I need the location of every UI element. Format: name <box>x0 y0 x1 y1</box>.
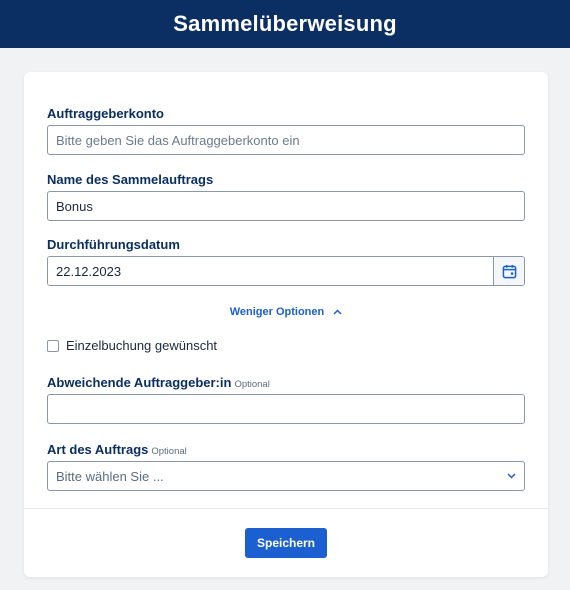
art-des-auftrags-label: Art des Auftrags Optional <box>47 442 187 457</box>
sammelauftrag-name-input[interactable] <box>47 191 525 221</box>
abweichende-auftraggeber-text: Abweichende Auftraggeber:in <box>47 375 232 390</box>
art-des-auftrags-select[interactable]: Bitte wählen Sie ... <box>47 461 525 491</box>
date-input[interactable] <box>48 257 493 285</box>
divider <box>24 508 548 509</box>
auftraggeberkonto-label: Auftraggeberkonto <box>47 106 164 121</box>
durchfuehrungsdatum-label: Durchführungsdatum <box>47 237 180 252</box>
chevron-down-icon <box>507 473 516 479</box>
calendar-icon <box>502 264 516 278</box>
select-value: Bitte wählen Sie ... <box>56 468 164 484</box>
calendar-button[interactable] <box>493 257 524 285</box>
page-title: Sammelüberweisung <box>173 11 397 36</box>
art-des-auftrags-text: Art des Auftrags <box>47 442 149 457</box>
abweichende-auftraggeber-label: Abweichende Auftraggeber:in Optional <box>47 375 270 390</box>
optional-hint: Optional <box>234 379 270 390</box>
einzelbuchung-checkbox[interactable] <box>47 339 59 352</box>
abweichende-auftraggeber-input[interactable] <box>47 394 525 424</box>
sammelauftrag-name-label: Name des Sammelauftrags <box>47 172 214 187</box>
weniger-optionen-toggle[interactable]: Weniger Optionen <box>24 306 548 318</box>
form-card: Auftraggeberkonto Name des Sammelauftrag… <box>24 72 548 577</box>
einzelbuchung-label: Einzelbuchung gewünscht <box>66 338 218 353</box>
date-field <box>47 256 525 286</box>
toggle-label: Weniger Optionen <box>229 306 325 318</box>
auftraggeberkonto-input[interactable] <box>47 125 525 155</box>
optional-hint: Optional <box>151 446 187 457</box>
chevron-up-icon <box>333 309 342 315</box>
einzelbuchung-row: Einzelbuchung gewünscht <box>47 338 217 353</box>
page-header: Sammelüberweisung <box>0 0 570 48</box>
save-button[interactable]: Speichern <box>245 528 327 558</box>
